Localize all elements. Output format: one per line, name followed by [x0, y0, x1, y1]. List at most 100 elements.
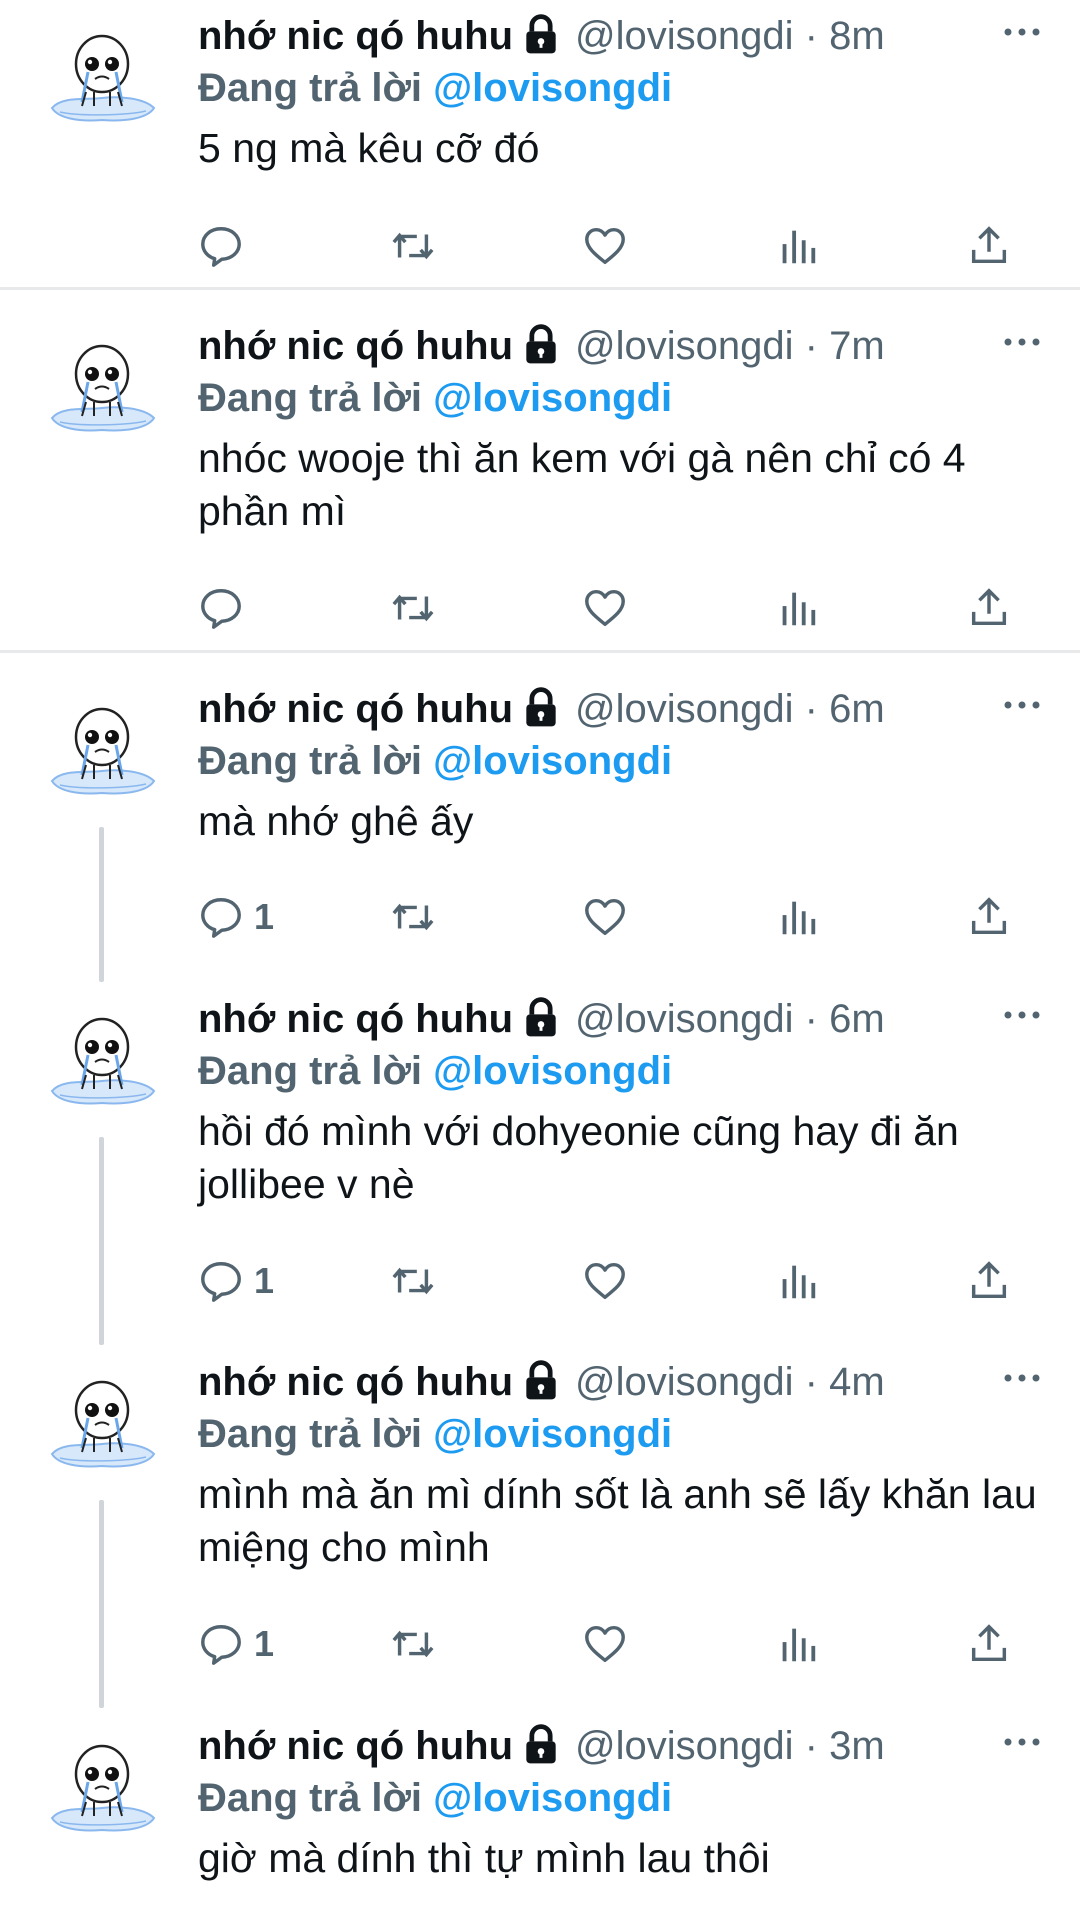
tweet-text: nhóc wooje thì ăn kem với gà nên chỉ có …	[198, 435, 966, 534]
reply-count: 1	[254, 896, 275, 937]
tweet-actions: 1	[0, 1614, 1080, 1674]
time-separator: ·	[793, 14, 830, 58]
tweet[interactable]: nhớ nic qó huhu @lovisongdi · 4m Đang trả…	[0, 1346, 1080, 1708]
handle[interactable]: @lovisongdi	[575, 14, 794, 58]
reply-button[interactable]	[198, 578, 254, 638]
tweet-separator	[0, 650, 1080, 653]
views-icon	[774, 223, 820, 269]
tweet[interactable]: nhớ nic qó huhu @lovisongdi · 8m Đang trả…	[0, 0, 1080, 287]
more-icon[interactable]	[1000, 1360, 1044, 1396]
display-name[interactable]: nhớ nic qó huhu	[198, 997, 513, 1041]
reply-count: 1	[254, 1260, 275, 1301]
tweet[interactable]: nhớ nic qó huhu @lovisongdi · 7m Đang trả…	[0, 310, 1080, 650]
display-name[interactable]: nhớ nic qó huhu	[198, 1724, 513, 1768]
timestamp[interactable]: 6m	[829, 687, 885, 731]
display-name[interactable]: nhớ nic qó huhu	[198, 1360, 513, 1404]
tweet-text: mà nhớ ghê ấy	[198, 798, 474, 844]
mention-link[interactable]: @lovisongdi	[433, 739, 672, 783]
share-icon	[966, 1258, 1012, 1304]
replying-to: Đang trả lời @lovisongdi	[198, 374, 672, 422]
views-button[interactable]	[774, 1614, 820, 1674]
tweet[interactable]: nhớ nic qó huhu @lovisongdi · 6m Đang trả…	[0, 673, 1080, 983]
views-icon	[774, 585, 820, 631]
avatar[interactable]	[42, 330, 162, 450]
reply-icon	[198, 585, 244, 631]
more-icon[interactable]	[1000, 687, 1044, 723]
mention-link[interactable]: @lovisongdi	[433, 1776, 672, 1820]
reply-button[interactable]: 1	[198, 1614, 274, 1674]
tweet[interactable]: nhớ nic qó huhu @lovisongdi · 3m Đang trả…	[0, 1710, 1080, 1920]
like-button[interactable]	[582, 216, 628, 276]
handle[interactable]: @lovisongdi	[575, 1724, 794, 1768]
reply-button[interactable]: 1	[198, 1251, 274, 1311]
like-button[interactable]	[582, 887, 628, 947]
timestamp[interactable]: 8m	[829, 14, 885, 58]
replying-to-label: Đang trả lời	[198, 66, 434, 110]
reply-button[interactable]: 1	[198, 887, 274, 947]
retweet-button[interactable]	[390, 1251, 436, 1311]
tweet[interactable]: nhớ nic qó huhu @lovisongdi · 6m Đang trả…	[0, 983, 1080, 1345]
more-icon[interactable]	[1000, 14, 1044, 50]
reply-button[interactable]	[198, 216, 254, 276]
views-icon	[774, 1258, 820, 1304]
share-icon	[966, 1621, 1012, 1667]
views-button[interactable]	[774, 887, 820, 947]
heart-icon	[582, 585, 628, 631]
timestamp[interactable]: 3m	[829, 1724, 885, 1768]
timestamp[interactable]: 6m	[829, 997, 885, 1041]
share-button[interactable]	[966, 1614, 1012, 1674]
views-button[interactable]	[774, 216, 820, 276]
views-icon	[774, 1621, 820, 1667]
mention-link[interactable]: @lovisongdi	[433, 66, 672, 110]
share-button[interactable]	[966, 578, 1012, 638]
share-icon	[966, 894, 1012, 940]
views-button[interactable]	[774, 1251, 820, 1311]
display-name[interactable]: nhớ nic qó huhu	[198, 14, 513, 58]
retweet-button[interactable]	[390, 1614, 436, 1674]
lock-icon	[519, 1723, 563, 1767]
avatar[interactable]	[42, 1366, 162, 1486]
avatar[interactable]	[42, 20, 162, 140]
like-button[interactable]	[582, 1614, 628, 1674]
more-icon[interactable]	[1000, 1724, 1044, 1760]
share-button[interactable]	[966, 887, 1012, 947]
lock-icon	[519, 13, 563, 57]
retweet-icon	[390, 894, 436, 940]
like-button[interactable]	[582, 1251, 628, 1311]
display-name[interactable]: nhớ nic qó huhu	[198, 324, 513, 368]
display-name[interactable]: nhớ nic qó huhu	[198, 687, 513, 731]
heart-icon	[582, 1258, 628, 1304]
mention-link[interactable]: @lovisongdi	[433, 376, 672, 420]
time-separator: ·	[793, 1724, 830, 1768]
tweet-header: nhớ nic qó huhu @lovisongdi · 8m	[198, 12, 885, 60]
tweet-text: 5 ng mà kêu cỡ đó	[198, 125, 540, 171]
avatar[interactable]	[42, 693, 162, 813]
more-icon[interactable]	[1000, 997, 1044, 1033]
like-button[interactable]	[582, 578, 628, 638]
timestamp[interactable]: 4m	[829, 1360, 885, 1404]
more-icon[interactable]	[1000, 324, 1044, 360]
share-button[interactable]	[966, 1251, 1012, 1311]
handle[interactable]: @lovisongdi	[575, 324, 794, 368]
tweet-text: giờ mà dính thì tự mình lau thôi	[198, 1835, 770, 1881]
lock-icon	[519, 1359, 563, 1403]
share-button[interactable]	[966, 216, 1012, 276]
retweet-icon	[390, 585, 436, 631]
tweet-header: nhớ nic qó huhu @lovisongdi · 7m	[198, 322, 885, 370]
handle[interactable]: @lovisongdi	[575, 1360, 794, 1404]
avatar[interactable]	[42, 1730, 162, 1850]
mention-link[interactable]: @lovisongdi	[433, 1049, 672, 1093]
timestamp[interactable]: 7m	[829, 324, 885, 368]
replying-to: Đang trả lời @lovisongdi	[198, 737, 672, 785]
views-button[interactable]	[774, 578, 820, 638]
retweet-button[interactable]	[390, 887, 436, 947]
reply-icon	[198, 894, 244, 940]
mention-link[interactable]: @lovisongdi	[433, 1412, 672, 1456]
handle[interactable]: @lovisongdi	[575, 687, 794, 731]
tweet-actions	[0, 578, 1080, 638]
avatar[interactable]	[42, 1003, 162, 1123]
handle[interactable]: @lovisongdi	[575, 997, 794, 1041]
heart-icon	[582, 223, 628, 269]
retweet-button[interactable]	[390, 578, 436, 638]
retweet-button[interactable]	[390, 216, 436, 276]
